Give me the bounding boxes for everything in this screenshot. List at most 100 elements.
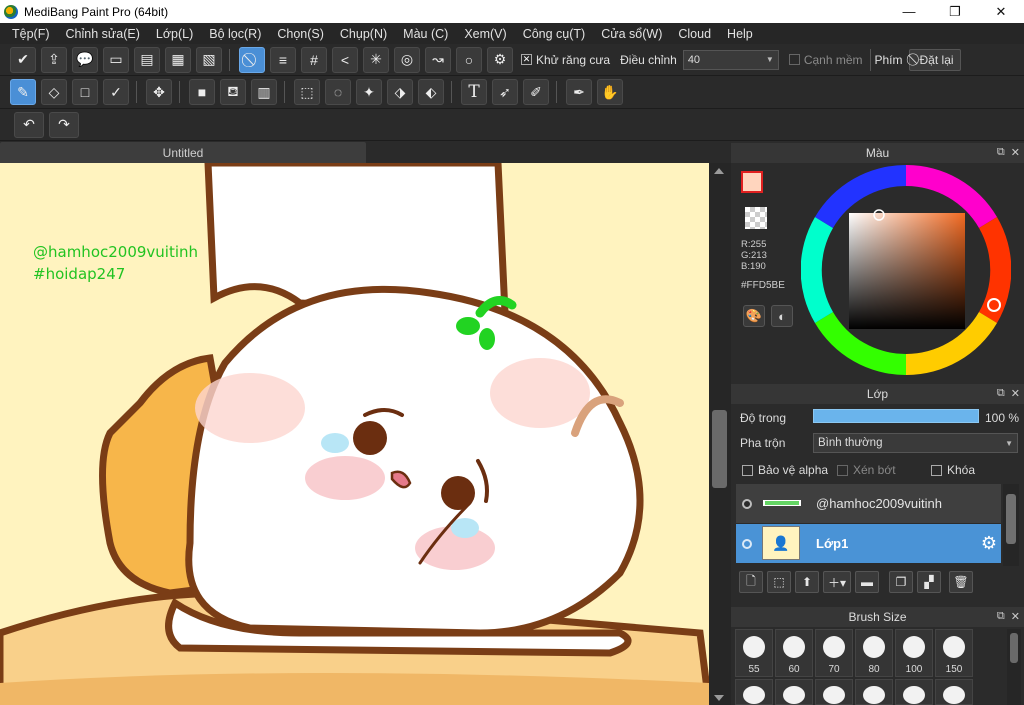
add-layer-menu-icon[interactable]: ＋▾ <box>823 571 851 593</box>
antialias-checkbox[interactable]: ✕ <box>521 54 532 65</box>
bucket-tool-icon[interactable]: ⛾ <box>220 79 246 105</box>
brush-size-150[interactable]: 150 <box>935 629 973 677</box>
menu-view[interactable]: Xem(V) <box>456 27 514 41</box>
color-wheel[interactable] <box>801 165 1011 375</box>
brush-size-70[interactable]: 70 <box>815 629 853 677</box>
fill-rect-tool-icon[interactable]: ■ <box>189 79 215 105</box>
clipping-checkbox[interactable] <box>837 464 848 476</box>
brush-size-100[interactable]: 100 <box>895 629 933 677</box>
visibility-icon[interactable] <box>742 538 752 549</box>
text-tool-icon[interactable]: T <box>461 79 487 105</box>
popout-icon[interactable]: ⧉ <box>997 610 1005 623</box>
brush-tool-icon[interactable]: ✎ <box>10 79 36 105</box>
operation-tool-icon[interactable]: ➶ <box>492 79 518 105</box>
eyedropper-tool-icon[interactable]: ✒ <box>566 79 592 105</box>
new-8bit-layer-icon[interactable]: ⬆ <box>795 571 819 593</box>
correction-dropdown[interactable]: 40 ▼ <box>682 49 779 70</box>
eraser-tool-icon[interactable]: ◇ <box>41 79 67 105</box>
move-tool-icon[interactable]: ✥ <box>146 79 172 105</box>
panel-edit-icon[interactable]: ▧ <box>196 46 222 73</box>
snap-settings-icon[interactable]: ⚙ <box>487 46 513 73</box>
maximize-button[interactable]: ❐ <box>932 0 978 23</box>
brush-size-preset[interactable] <box>935 679 973 705</box>
redo-icon[interactable]: ↷ <box>49 111 79 138</box>
popout-icon[interactable]: ⧉ <box>997 146 1005 159</box>
lock-checkbox[interactable] <box>931 464 942 476</box>
minimize-button[interactable]: — <box>886 0 932 23</box>
menu-file[interactable]: Tệp(F) <box>4 27 58 41</box>
dot-tool-icon[interactable]: □ <box>72 79 98 105</box>
blur-tool-icon[interactable]: ✐ <box>523 79 549 105</box>
duplicate-layer-icon[interactable]: ❐ <box>889 571 913 593</box>
canvas-scrollbar[interactable] <box>709 163 731 705</box>
menu-capture[interactable]: Chụp(N) <box>332 27 395 41</box>
brush-size-60[interactable]: 60 <box>775 629 813 677</box>
brush-size-preset[interactable] <box>895 679 933 705</box>
brush-size-55[interactable]: 55 <box>735 629 773 677</box>
scroll-down-icon[interactable] <box>714 695 724 701</box>
layer-list-scrollbar[interactable] <box>1003 484 1019 566</box>
reset-button[interactable]: ⃠ Đặt lại <box>908 48 961 71</box>
concentric-snap-icon[interactable]: ◎ <box>394 46 420 73</box>
folder-icon[interactable]: ▬ <box>855 571 879 593</box>
drawing-canvas[interactable]: @hamhoc2009vuitinh #hoidap247 <box>0 163 709 705</box>
share-icon[interactable]: ⇪ <box>41 46 67 73</box>
menu-cloud[interactable]: Cloud <box>670 27 719 41</box>
trash-icon[interactable]: 🗑 <box>949 571 973 593</box>
palette-settings-icon[interactable]: ◐ <box>771 305 793 327</box>
menu-help[interactable]: Help <box>719 27 761 41</box>
new-halftone-layer-icon[interactable]: ⬚ <box>767 571 791 593</box>
panel-close-icon[interactable]: ✕ <box>1011 387 1020 400</box>
scrollbar-thumb[interactable] <box>712 410 727 488</box>
scroll-up-icon[interactable] <box>714 168 724 174</box>
menu-tools[interactable]: Công cụ(T) <box>515 27 594 41</box>
speech-bubble-icon[interactable]: 💬 <box>72 46 98 73</box>
protect-alpha-checkbox[interactable] <box>742 464 753 476</box>
scrollbar-thumb[interactable] <box>1006 494 1016 544</box>
panel-close-icon[interactable]: ✕ <box>1011 146 1020 159</box>
lock-option[interactable]: Khóa <box>931 463 975 477</box>
select-pen-icon[interactable]: ⬗ <box>387 79 413 105</box>
rect-select-tool-icon[interactable]: ⬚ <box>294 79 320 105</box>
palette-icon[interactable]: 🎨 <box>743 305 765 327</box>
document-tab[interactable]: Untitled <box>0 142 366 163</box>
menu-filter[interactable]: Bộ lọc(R) <box>201 27 269 41</box>
comment-icon[interactable]: ▭ <box>103 46 129 73</box>
menu-select[interactable]: Chọn(S) <box>269 27 332 41</box>
grid-snap-icon[interactable]: # <box>301 46 327 73</box>
blend-mode-dropdown[interactable]: Bình thường ▼ <box>813 433 1018 453</box>
merge-down-icon[interactable]: ▞ <box>917 571 941 593</box>
opacity-slider[interactable] <box>813 409 979 423</box>
menu-color[interactable]: Màu (C) <box>395 27 456 41</box>
magic-wand-tool-icon[interactable]: ✦ <box>356 79 382 105</box>
radial-snap-icon[interactable]: ✳ <box>363 46 389 73</box>
visibility-icon[interactable] <box>742 498 752 509</box>
brush-size-scrollbar[interactable] <box>1007 629 1021 705</box>
gradient-tool-icon[interactable]: ▥ <box>251 79 277 105</box>
lasso-tool-icon[interactable]: ◌ <box>325 79 351 105</box>
undo-icon[interactable]: ↶ <box>14 111 44 138</box>
layer-row[interactable]: @hamhoc2009vuitinh <box>736 484 1001 523</box>
layer-row-selected[interactable]: 👤 Lớp1 ⚙ <box>736 524 1001 563</box>
new-layer-icon[interactable]: 🗋 <box>739 571 763 593</box>
panel-close-icon[interactable]: ✕ <box>1011 610 1020 623</box>
layer-settings-icon[interactable]: ⚙ <box>981 533 997 554</box>
select-pen-tool-icon[interactable]: ✓ <box>103 79 129 105</box>
close-button[interactable]: ✕ <box>978 0 1024 23</box>
menu-edit[interactable]: Chỉnh sửa(E) <box>58 27 148 41</box>
scrollbar-thumb[interactable] <box>1010 633 1018 663</box>
clipping-option[interactable]: Xén bớt <box>837 463 896 477</box>
soft-edge-checkbox[interactable] <box>788 54 800 65</box>
perspective-snap-icon[interactable]: < <box>332 46 358 73</box>
menu-layer[interactable]: Lớp(L) <box>148 27 201 41</box>
select-eraser-icon[interactable]: ⬖ <box>418 79 444 105</box>
menu-window[interactable]: Cửa sổ(W) <box>593 27 670 41</box>
brush-size-preset[interactable] <box>735 679 773 705</box>
parallel-snap-icon[interactable]: ≡ <box>270 46 296 73</box>
panel-layout-icon[interactable]: ▦ <box>165 46 191 73</box>
hand-tool-icon[interactable]: ✋ <box>597 79 623 105</box>
protect-alpha-option[interactable]: Bảo vệ alpha <box>742 463 828 477</box>
transparent-color-swatch[interactable] <box>745 207 767 229</box>
curve-snap-icon[interactable]: ↝ <box>425 46 451 73</box>
brush-size-preset[interactable] <box>775 679 813 705</box>
